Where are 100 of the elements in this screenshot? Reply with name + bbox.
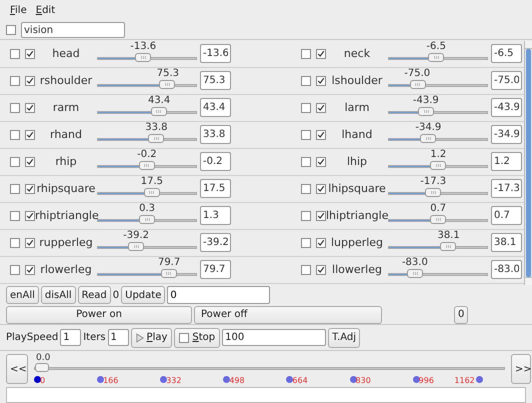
slider-thumb[interactable] <box>128 242 144 252</box>
value-field[interactable]: 79.7 <box>200 260 231 280</box>
toolbar-button[interactable]: Read <box>78 286 111 304</box>
value-field[interactable]: -13.6 <box>200 44 231 64</box>
scrollbar[interactable] <box>524 40 532 286</box>
joint-name: larm <box>344 100 370 116</box>
value-field[interactable]: -43.9 <box>491 98 522 118</box>
checkbox[interactable] <box>10 264 20 275</box>
checkbox[interactable] <box>10 156 20 167</box>
checkbox[interactable] <box>10 76 20 86</box>
slider-thumb[interactable] <box>418 107 434 116</box>
slider-thumb[interactable] <box>428 53 444 62</box>
checkbox[interactable] <box>179 332 190 343</box>
value-field[interactable]: 38.1 <box>491 233 522 252</box>
checkbox[interactable] <box>301 184 311 194</box>
checkbox[interactable] <box>301 76 311 86</box>
slider-thumb[interactable] <box>420 134 436 144</box>
status-field[interactable] <box>6 387 526 403</box>
value-field[interactable]: 1.3 <box>200 206 231 226</box>
slider-thumb[interactable] <box>410 80 426 90</box>
slider-thumb[interactable] <box>160 269 177 278</box>
slider-thumb[interactable] <box>148 134 164 144</box>
slider-thumb[interactable] <box>139 215 156 224</box>
checkbox[interactable] <box>301 102 311 113</box>
slider-thumb[interactable] <box>430 215 446 224</box>
value-field[interactable]: 1.2 <box>491 152 522 172</box>
count-button[interactable]: 0 <box>454 306 468 324</box>
value-field[interactable]: -0.2 <box>200 152 231 172</box>
value-field[interactable]: -17.3 <box>491 179 522 198</box>
power-on-button[interactable]: Power on <box>6 306 192 324</box>
checkbox[interactable] <box>316 184 326 194</box>
checkbox[interactable] <box>25 102 35 113</box>
slider-thumb[interactable] <box>144 188 160 198</box>
value-field[interactable]: -83.0 <box>491 260 522 280</box>
timeline-thumb[interactable] <box>35 363 49 372</box>
checkbox[interactable] <box>301 238 311 248</box>
slider-value: -17.3 <box>420 176 446 188</box>
checkbox[interactable] <box>10 102 20 113</box>
checkbox[interactable] <box>25 156 35 167</box>
value-field[interactable]: -75.0 <box>491 71 522 90</box>
slider-thumb[interactable] <box>430 161 446 170</box>
value-field[interactable]: -6.5 <box>491 44 522 64</box>
frames-field[interactable]: 100 <box>222 329 326 346</box>
checkbox[interactable] <box>10 130 20 140</box>
checkbox[interactable] <box>10 48 20 59</box>
play-button[interactable]: Play <box>130 328 172 348</box>
checkbox[interactable] <box>25 130 35 140</box>
checkbox[interactable] <box>301 130 311 140</box>
filter-field[interactable]: vision <box>21 22 125 38</box>
slider-thumb[interactable] <box>407 269 424 278</box>
checkbox[interactable] <box>301 210 311 221</box>
previous-button[interactable]: << <box>6 354 28 384</box>
checkbox[interactable] <box>25 264 35 275</box>
checkbox[interactable] <box>25 48 35 59</box>
checkbox[interactable] <box>25 210 35 221</box>
update-button[interactable]: Update <box>121 286 166 304</box>
stop-button[interactable]: Stop <box>174 328 220 348</box>
value-field[interactable]: -39.2 <box>200 233 231 252</box>
adjust-button[interactable]: T.Adj <box>328 328 360 348</box>
checkbox[interactable] <box>301 156 311 167</box>
checkbox[interactable] <box>301 48 311 59</box>
value-field[interactable]: 0.7 <box>491 206 522 226</box>
menu-item[interactable]: Edit <box>36 3 56 18</box>
toolbar-button[interactable]: disAll <box>40 286 76 304</box>
keyframe-label: 830 <box>356 376 371 386</box>
slider-thumb[interactable] <box>138 161 155 170</box>
checkbox[interactable] <box>316 264 326 275</box>
speed-field[interactable]: 1 <box>60 329 82 346</box>
checkbox[interactable] <box>25 184 35 194</box>
slider-thumb[interactable] <box>425 188 442 198</box>
checkbox[interactable] <box>25 76 35 86</box>
checkbox[interactable] <box>6 25 16 36</box>
checkbox[interactable] <box>316 210 326 221</box>
toolbar-button[interactable]: enAll <box>6 286 39 304</box>
menu-item[interactable]: File <box>10 3 27 18</box>
value-field[interactable]: 17.5 <box>200 179 231 198</box>
checkbox[interactable] <box>25 238 35 248</box>
slider-thumb[interactable] <box>159 80 176 90</box>
slider-thumb[interactable] <box>135 53 152 62</box>
checkbox[interactable] <box>316 48 326 59</box>
checkbox[interactable] <box>10 210 20 221</box>
power-off-button[interactable]: Power off <box>194 306 382 324</box>
checkbox[interactable] <box>10 238 20 248</box>
checkbox[interactable] <box>10 184 20 194</box>
iters-field[interactable]: 1 <box>108 329 129 346</box>
value-field[interactable]: 33.8 <box>200 125 231 144</box>
value-field[interactable]: 43.4 <box>200 98 231 118</box>
checkbox[interactable] <box>316 238 326 248</box>
value-field[interactable]: 75.3 <box>200 71 231 90</box>
checkbox[interactable] <box>301 264 311 275</box>
slider-thumb[interactable] <box>440 242 456 252</box>
checkbox[interactable] <box>316 130 326 140</box>
checkbox[interactable] <box>316 156 326 167</box>
update-field[interactable]: 0 <box>167 286 270 304</box>
slider-value: -0.2 <box>137 149 157 162</box>
slider-thumb[interactable] <box>150 107 167 116</box>
next-button[interactable]: >> <box>511 354 531 384</box>
value-field[interactable]: -34.9 <box>491 125 522 144</box>
checkbox[interactable] <box>316 102 326 113</box>
checkbox[interactable] <box>316 76 326 86</box>
